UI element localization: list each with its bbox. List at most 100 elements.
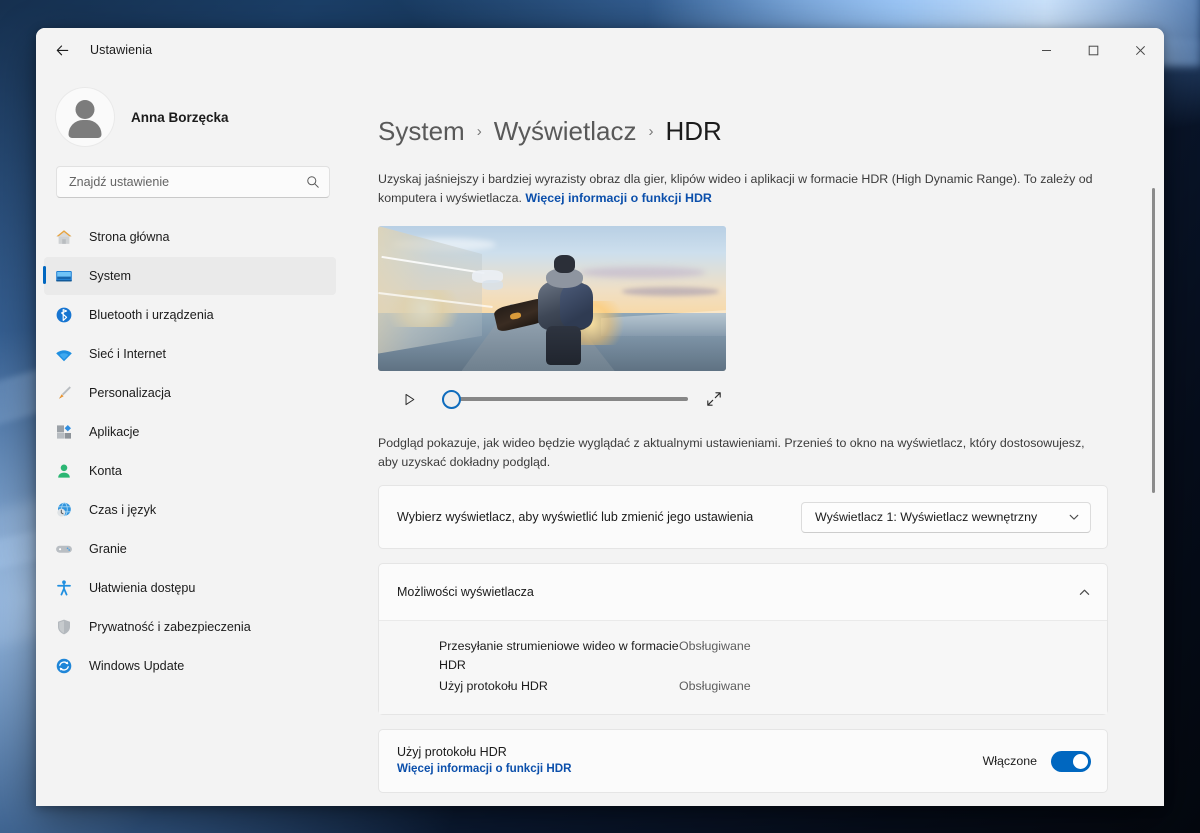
hdr-toggle-title: Użyj protokołu HDR — [397, 745, 507, 759]
sidebar-item-label: Czas i język — [89, 503, 157, 517]
chevron-down-icon — [1069, 514, 1079, 520]
window-body: Anna Borzęcka Znajdź ustawienie Strona g… — [36, 72, 1164, 806]
hdr-learn-more-link[interactable]: Więcej informacji o funkcji HDR — [525, 191, 711, 205]
display-picker-row: Wybierz wyświetlacz, aby wyświetlić lub … — [379, 486, 1107, 548]
sidebar-item-windows-update[interactable]: Windows Update — [44, 647, 336, 685]
play-icon — [405, 393, 414, 405]
clock-globe-icon — [53, 499, 75, 521]
hdr-toggle-switch[interactable] — [1051, 750, 1091, 772]
search-input[interactable] — [69, 175, 306, 189]
page-description-text: Uzyskaj jaśniejszy i bardziej wyrazisty … — [378, 172, 1093, 205]
sidebar: Anna Borzęcka Znajdź ustawienie Strona g… — [36, 72, 350, 806]
video-preview-card — [378, 226, 1108, 412]
content-inner: System › Wyświetlacz › HDR Uzyskaj jaśni… — [350, 72, 1164, 806]
apps-icon — [53, 421, 75, 443]
video-progress-slider[interactable] — [442, 388, 688, 410]
breadcrumb-separator: › — [648, 123, 654, 140]
window-titlebar: Ustawienia — [36, 28, 1164, 72]
sidebar-item-label: Strona główna — [89, 230, 170, 244]
accessibility-icon — [53, 577, 75, 599]
home-icon — [53, 226, 75, 248]
display-select[interactable]: Wyświetlacz 1: Wyświetlacz wewnętrzny — [801, 501, 1091, 533]
display-picker-card: Wybierz wyświetlacz, aby wyświetlić lub … — [378, 485, 1108, 549]
sidebar-item-label: Prywatność i zabezpieczenia — [89, 620, 251, 634]
sidebar-item-home[interactable]: Strona główna — [44, 218, 336, 256]
breadcrumb-item-system[interactable]: System — [378, 116, 465, 147]
minimize-button[interactable] — [1023, 28, 1070, 72]
content-pane: System › Wyświetlacz › HDR Uzyskaj jaśni… — [350, 72, 1164, 806]
sidebar-item-accessibility[interactable]: Ułatwienia dostępu — [44, 569, 336, 607]
update-icon — [53, 655, 75, 677]
display-capabilities-title: Możliwości wyświetlacza — [397, 585, 534, 599]
slider-track — [442, 397, 688, 401]
sidebar-nav: Strona główna System Bluetooth i urządze… — [36, 217, 350, 806]
close-button[interactable] — [1117, 28, 1164, 72]
sidebar-item-label: Aplikacje — [89, 425, 140, 439]
sidebar-item-privacy[interactable]: Prywatność i zabezpieczenia — [44, 608, 336, 646]
video-player-controls — [378, 386, 726, 412]
profile-name: Anna Borzęcka — [131, 109, 229, 125]
scrollbar-thumb[interactable] — [1152, 188, 1155, 493]
toggle-knob — [1073, 753, 1088, 769]
search-box[interactable] — [56, 166, 330, 198]
shield-icon — [53, 616, 75, 638]
sidebar-item-label: Bluetooth i urządzenia — [89, 308, 214, 322]
arrow-left-icon — [56, 44, 68, 55]
sidebar-item-label: Granie — [89, 542, 127, 556]
maximize-button[interactable] — [1070, 28, 1117, 72]
capability-name: Przesyłanie strumieniowe wideo w formaci… — [439, 639, 679, 672]
display-capabilities-header[interactable]: Możliwości wyświetlacza — [379, 564, 1107, 620]
caption-button-group — [1023, 28, 1164, 72]
fullscreen-button[interactable] — [702, 387, 726, 411]
page-description: Uzyskaj jaśniejszy i bardziej wyrazisty … — [378, 170, 1108, 207]
capability-name: Użyj protokołu HDR — [439, 679, 548, 693]
display-capabilities-body: Przesyłanie strumieniowe wideo w formaci… — [379, 620, 1107, 714]
sidebar-item-label: Personalizacja — [89, 386, 171, 400]
play-button[interactable] — [396, 386, 422, 412]
chevron-up-icon — [1079, 589, 1090, 595]
back-button[interactable] — [46, 34, 78, 66]
capability-value: Obsługiwane — [679, 639, 751, 653]
capability-row: Przesyłanie strumieniowe wideo w formaci… — [439, 637, 1089, 675]
sidebar-item-label: System — [89, 269, 131, 283]
video-preview[interactable] — [378, 226, 726, 371]
hdr-toggle-card: Użyj protokołu HDR Więcej informacji o f… — [378, 729, 1108, 793]
slider-thumb[interactable] — [442, 389, 461, 409]
paintbrush-icon — [53, 382, 75, 404]
window-title: Ustawienia — [90, 43, 153, 57]
sidebar-item-label: Windows Update — [89, 659, 185, 673]
sidebar-item-time-language[interactable]: Czas i język — [44, 491, 336, 529]
hdr-toggle-learn-more-link[interactable]: Więcej informacji o funkcji HDR — [397, 762, 571, 775]
preview-note: Podgląd pokazuje, jak wideo będzie wyglą… — [378, 436, 1085, 469]
page-title: HDR — [665, 116, 722, 146]
settings-window: Ustawienia Anna Borzęcka Znajdź ustawien… — [36, 28, 1164, 806]
sidebar-item-network[interactable]: Sieć i Internet — [44, 335, 336, 373]
sidebar-item-system[interactable]: System — [43, 257, 336, 295]
breadcrumb-separator: › — [476, 123, 482, 140]
close-icon — [1135, 45, 1146, 55]
sidebar-item-apps[interactable]: Aplikacje — [44, 413, 336, 451]
capability-value: Obsługiwane — [679, 679, 751, 693]
sidebar-item-label: Ułatwienia dostępu — [89, 581, 196, 595]
account-icon — [53, 460, 75, 482]
bluetooth-icon — [53, 304, 75, 326]
search-container — [36, 144, 350, 198]
search-icon — [307, 176, 319, 188]
sidebar-item-accounts[interactable]: Konta — [44, 452, 336, 490]
content-scrollbar[interactable] — [1150, 86, 1157, 792]
sidebar-item-bluetooth[interactable]: Bluetooth i urządzenia — [44, 296, 336, 334]
breadcrumb: System › Wyświetlacz › HDR — [378, 116, 1108, 147]
sidebar-item-personalization[interactable]: Personalizacja — [44, 374, 336, 412]
sidebar-item-gaming[interactable]: Granie — [44, 530, 336, 568]
breadcrumb-item-display[interactable]: Wyświetlacz — [494, 116, 637, 147]
expand-icon — [707, 392, 721, 406]
minimize-icon — [1042, 49, 1051, 51]
gamepad-icon — [53, 538, 75, 560]
avatar — [56, 88, 114, 146]
display-select-value: Wyświetlacz 1: Wyświetlacz wewnętrzny — [815, 510, 1038, 524]
display-capabilities-card: Możliwości wyświetlacza Przesyłanie stru… — [378, 563, 1108, 715]
profile-block[interactable]: Anna Borzęcka — [36, 72, 350, 146]
maximize-icon — [1088, 45, 1099, 55]
sidebar-item-label: Konta — [89, 464, 122, 478]
display-picker-label: Wybierz wyświetlacz, aby wyświetlić lub … — [397, 510, 754, 524]
